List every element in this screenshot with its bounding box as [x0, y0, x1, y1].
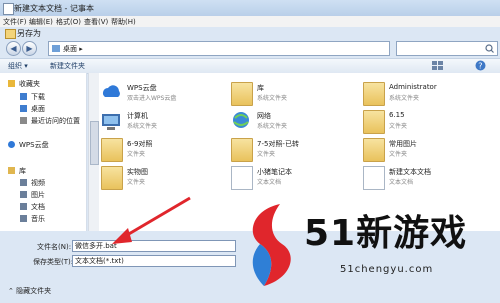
notepad-titlebar: 新建文本文档 - 记事本: [0, 0, 500, 17]
sidebar-item-music[interactable]: 音乐: [20, 214, 45, 224]
computer-icon: [102, 114, 120, 130]
brand-s-icon: [252, 204, 291, 286]
wps-cloud-icon: [103, 85, 120, 97]
desktop-icon: [20, 105, 27, 112]
save-as-icon: [5, 29, 16, 39]
list-item[interactable]: WPS云盘 双击进入WPS云盘: [101, 81, 231, 109]
menu-help[interactable]: 帮助(H): [111, 17, 136, 27]
library-icon: [231, 82, 253, 106]
sidebar-item-desktop[interactable]: 桌面: [20, 104, 45, 114]
search-icon: [485, 44, 494, 53]
folder-icon: [363, 110, 385, 134]
list-item[interactable]: 计算机 系统文件夹: [101, 109, 231, 137]
filename-label: 文件名(N):: [37, 243, 72, 251]
picture-icon: [20, 191, 27, 198]
music-icon: [20, 215, 27, 222]
filetype-select[interactable]: 文本文档(*.txt): [72, 255, 236, 267]
filetype-label: 保存类型(T):: [33, 258, 74, 266]
view-options-icon[interactable]: [432, 61, 444, 70]
scrollbar-thumb[interactable]: [90, 121, 99, 165]
list-item[interactable]: 常用图片 文件夹: [363, 137, 493, 165]
text-document-icon: [363, 166, 385, 190]
recent-icon: [20, 117, 27, 124]
folder-icon: [101, 166, 123, 190]
list-item[interactable]: 小猪笔记本 文本文档: [231, 165, 361, 193]
navigation-bar: ◀ ▶ 桌面 ▸: [0, 40, 500, 57]
back-button[interactable]: ◀: [6, 41, 21, 56]
search-input[interactable]: [396, 41, 498, 56]
breadcrumb[interactable]: 桌面 ▸: [63, 44, 83, 54]
sidebar-item-pictures[interactable]: 图片: [20, 190, 45, 200]
dialog-titlebar: 另存为: [0, 27, 500, 40]
dialog-title: 另存为: [17, 29, 41, 38]
organize-button[interactable]: 组织 ▾: [8, 61, 28, 71]
sidebar-item-documents[interactable]: 文档: [20, 202, 45, 212]
text-document-icon: [231, 166, 253, 190]
sidebar-item-downloads[interactable]: 下载: [20, 92, 45, 102]
user-folder-icon: [363, 82, 385, 106]
notepad-icon: [3, 3, 14, 15]
sidebar-scrollbar[interactable]: [88, 73, 99, 231]
forward-button[interactable]: ▶: [22, 41, 37, 56]
sidebar-item-videos[interactable]: 视频: [20, 178, 45, 188]
watermark-brand: 51新游戏: [304, 213, 468, 254]
list-item[interactable]: 6.15 文件夹: [363, 109, 493, 137]
folder-icon: [231, 138, 253, 162]
star-icon: [8, 80, 15, 87]
list-item[interactable]: 网络 系统文件夹: [231, 109, 361, 137]
menu-file[interactable]: 文件(F): [3, 17, 27, 27]
list-item[interactable]: 新建文本文档 文本文档: [363, 165, 493, 193]
menu-format[interactable]: 格式(O): [56, 17, 81, 27]
list-item[interactable]: Administrator 系统文件夹: [363, 81, 493, 109]
navigation-pane: 收藏夹 下载 桌面 最近访问的位置 WPS云盘 库 视频 图片 文档 音乐: [0, 73, 87, 231]
sidebar-item-wps-cloud[interactable]: WPS云盘: [8, 140, 49, 150]
sidebar-item-recent[interactable]: 最近访问的位置: [20, 116, 80, 126]
network-icon: [233, 112, 249, 128]
filename-input[interactable]: 微信多开.bat: [72, 240, 236, 252]
new-folder-button[interactable]: 新建文件夹: [50, 61, 85, 71]
menu-view[interactable]: 查看(V): [84, 17, 108, 27]
help-icon[interactable]: ?: [475, 60, 486, 71]
watermark-url: 51chengyu.com: [340, 264, 434, 275]
watermark-logo: 51新游戏 51chengyu.com: [240, 198, 500, 303]
list-item[interactable]: 7-5对照-已转 文件夹: [231, 137, 361, 165]
dialog-toolbar: 组织 ▾ 新建文件夹 ?: [0, 58, 500, 74]
address-bar[interactable]: 桌面 ▸: [48, 41, 390, 56]
folder-icon: [101, 138, 123, 162]
hide-folders-toggle[interactable]: ⌃ 隐藏文件夹: [8, 286, 51, 296]
library-icon: [8, 167, 15, 174]
cloud-icon: [8, 141, 15, 148]
folder-icon: [363, 138, 385, 162]
documents-icon: [20, 203, 27, 210]
list-item[interactable]: 6-9对照 文件夹: [101, 137, 231, 165]
video-icon: [20, 179, 27, 186]
download-icon: [20, 93, 27, 100]
menu-edit[interactable]: 编辑(E): [29, 17, 53, 27]
sidebar-item-libraries[interactable]: 库: [8, 166, 26, 176]
list-item[interactable]: 库系统文件夹: [231, 81, 361, 109]
sidebar-item-favorites[interactable]: 收藏夹: [8, 79, 40, 89]
svg-text:?: ?: [478, 62, 482, 71]
desktop-icon: [52, 45, 60, 52]
notepad-title: 新建文本文档 - 记事本: [14, 4, 94, 13]
list-item[interactable]: 实物图 文件夹: [101, 165, 231, 193]
